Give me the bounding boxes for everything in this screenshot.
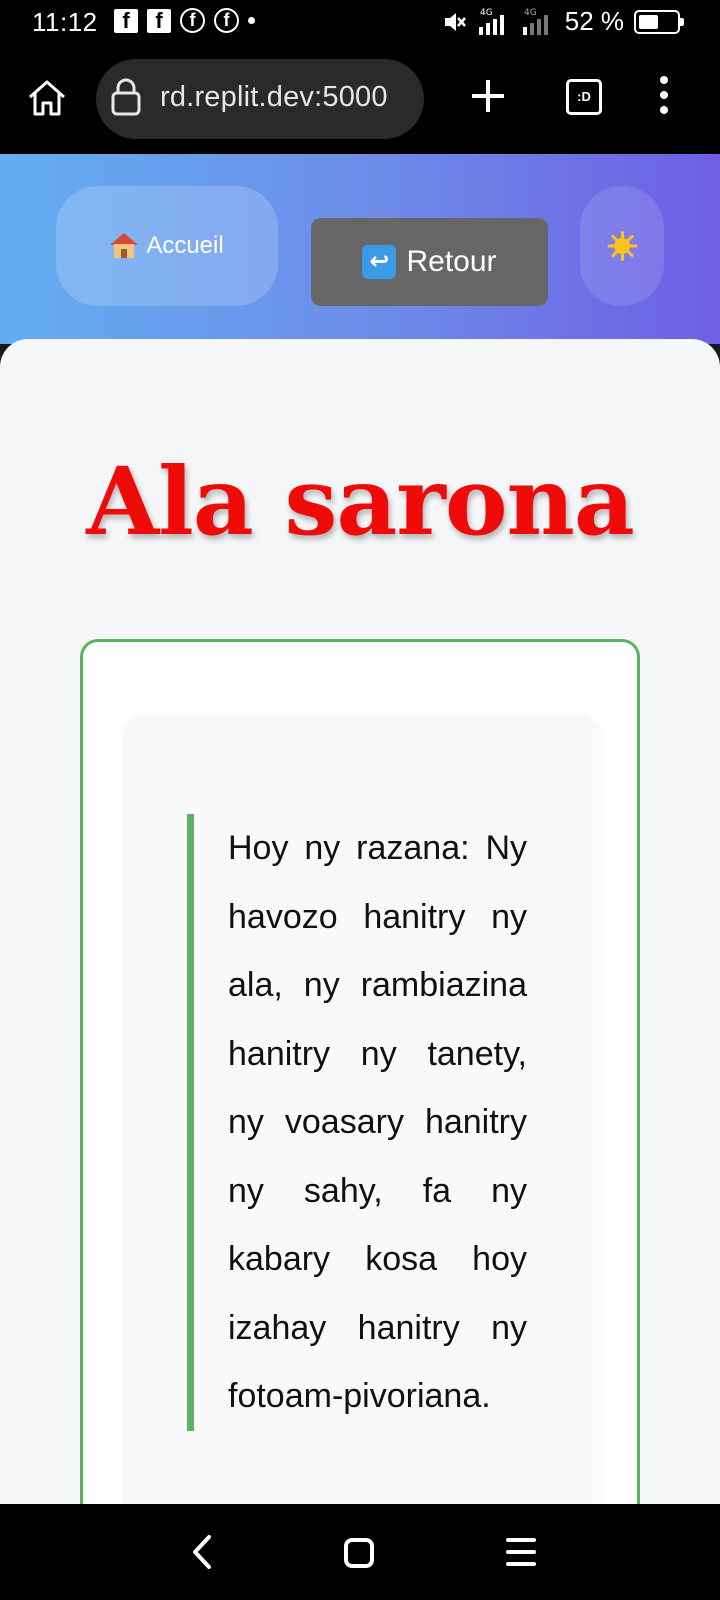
svg-text:4G: 4G — [480, 8, 493, 18]
more-notifications-icon — [248, 17, 255, 24]
back-icon[interactable] — [190, 1534, 214, 1570]
main-content: Ala sarona Hoy ny razana: Ny havozo hani… — [0, 339, 720, 1504]
notification-icons: f f f f — [114, 8, 255, 33]
battery-icon — [634, 9, 684, 34]
signal-icon-sim1: 4G — [478, 8, 504, 35]
facebook-lite-icon: f — [214, 8, 239, 33]
tab-switcher-button[interactable]: :D — [566, 79, 602, 115]
browser-toolbar: rd.replit.dev:5000 :D — [0, 46, 720, 154]
web-page: Accueil ↩ Retour Ala sarona Hoy ny razan… — [0, 154, 720, 1504]
lock-icon[interactable] — [110, 77, 142, 117]
more-options-icon[interactable] — [656, 76, 672, 120]
proverb-inner-card: Hoy ny razana: Ny havozo hanitry ny ala,… — [125, 714, 597, 1504]
recent-apps-icon[interactable] — [506, 1538, 536, 1574]
proverb-text: Hoy ny razana: Ny havozo hanitry ny ala,… — [228, 829, 527, 1415]
theme-toggle-button[interactable] — [580, 186, 664, 306]
address-bar[interactable]: rd.replit.dev:5000 — [96, 59, 424, 139]
url-text[interactable]: rd.replit.dev:5000 — [160, 81, 388, 114]
battery-level-fill — [639, 14, 658, 29]
facebook-icon: f — [114, 8, 138, 33]
home-button[interactable]: Accueil — [56, 186, 278, 306]
home-button-label: Accueil — [146, 232, 224, 259]
status-time: 11:12 — [32, 7, 98, 37]
house-icon — [110, 233, 139, 259]
home-nav-icon[interactable] — [344, 1538, 374, 1568]
proverb-quote: Hoy ny razana: Ny havozo hanitry ny ala,… — [187, 814, 527, 1431]
mute-icon — [444, 12, 466, 31]
system-icons: 4G 4G 52 % — [441, 6, 684, 37]
return-arrow-icon: ↩ — [362, 245, 397, 279]
signal-icon-sim2: 4G — [522, 8, 548, 35]
svg-text:4G: 4G — [524, 8, 537, 18]
page-title: Ala sarona — [86, 447, 635, 557]
new-tab-icon[interactable] — [468, 76, 508, 116]
system-navigation-bar — [0, 1504, 720, 1600]
status-bar: 11:12 f f f f 4G 4G 52 % — [0, 0, 720, 46]
header-banner: Accueil ↩ Retour — [0, 154, 720, 344]
sun-icon — [607, 231, 638, 261]
home-icon[interactable] — [26, 78, 68, 118]
back-button-label: Retour — [406, 245, 497, 278]
proverb-card: Hoy ny razana: Ny havozo hanitry ny ala,… — [80, 639, 640, 1504]
facebook-icon: f — [147, 8, 171, 33]
facebook-lite-icon: f — [180, 8, 205, 33]
back-button[interactable]: ↩ Retour — [311, 218, 548, 306]
battery-percent: 52 % — [564, 6, 624, 36]
